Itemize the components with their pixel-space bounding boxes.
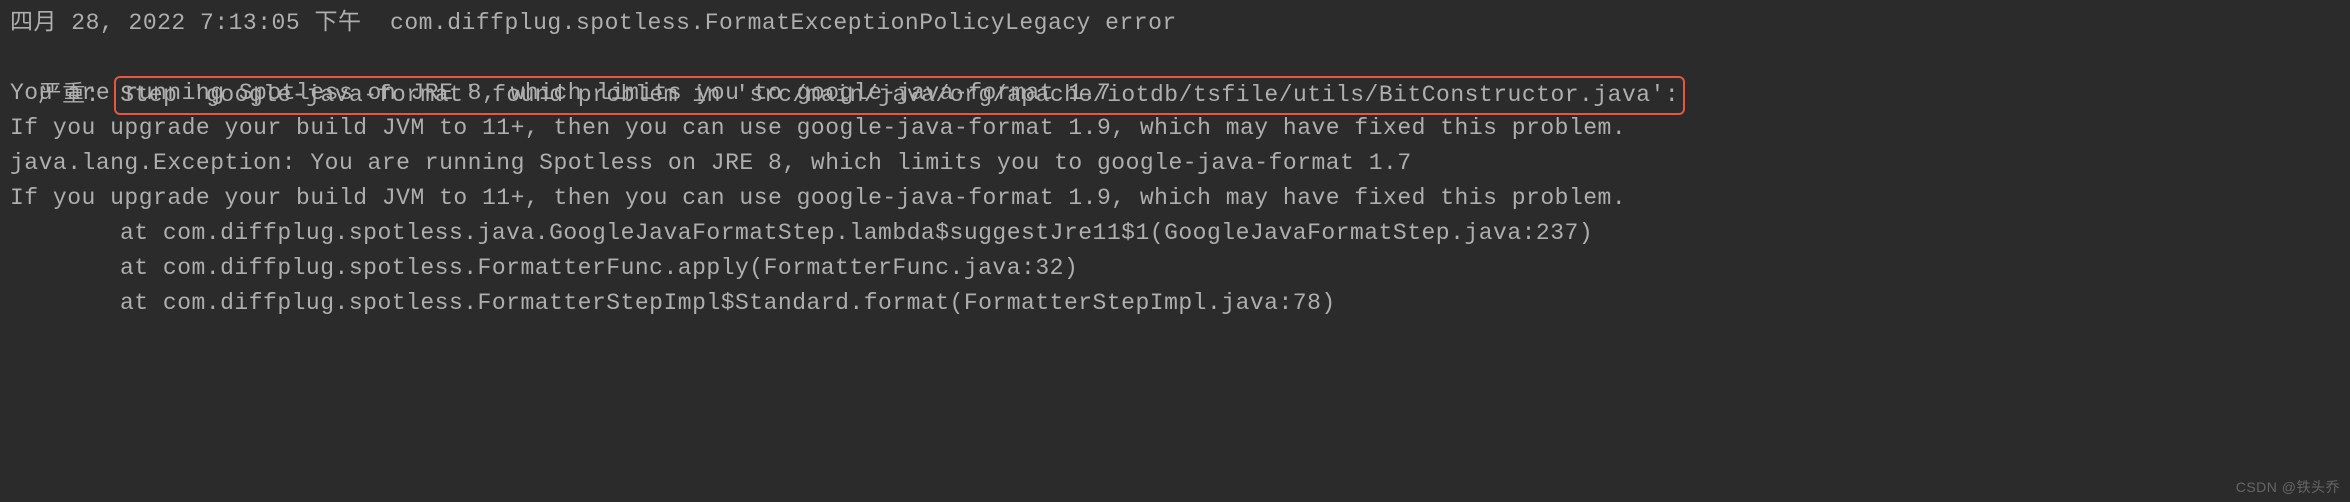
log-stacktrace-line: at com.diffplug.spotless.java.GoogleJava…	[10, 216, 2340, 251]
log-stacktrace-line: at com.diffplug.spotless.FormatterFunc.a…	[10, 251, 2340, 286]
log-stacktrace-line: at com.diffplug.spotless.FormatterStepIm…	[10, 286, 2340, 321]
log-exception-line: java.lang.Exception: You are running Spo…	[10, 146, 2340, 181]
log-message-line: If you upgrade your build JVM to 11+, th…	[10, 181, 2340, 216]
log-severe-line: 严重: Step 'google-java-format' found prob…	[10, 41, 2340, 76]
log-timestamp-line: 四月 28, 2022 7:13:05 下午 com.diffplug.spot…	[10, 6, 2340, 41]
log-message-line: If you upgrade your build JVM to 11+, th…	[10, 111, 2340, 146]
watermark-text: CSDN @铁头乔	[2236, 477, 2340, 498]
